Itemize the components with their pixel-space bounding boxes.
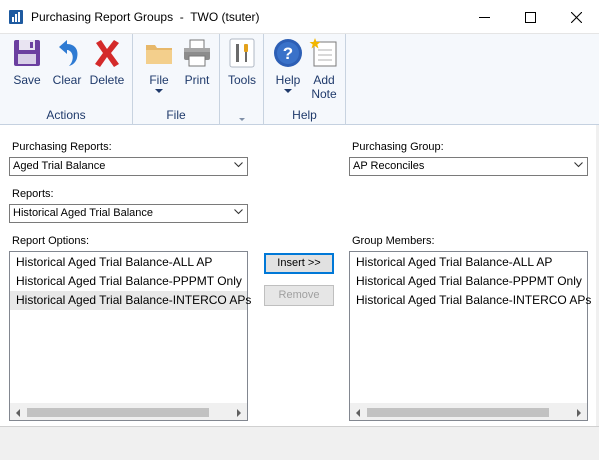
close-button[interactable] <box>553 0 599 34</box>
app-icon <box>9 10 23 24</box>
chevron-down-icon <box>234 162 243 168</box>
report-options-label: Report Options: <box>12 235 90 247</box>
purchasing-group-label: Purchasing Group: <box>352 141 444 153</box>
help-menu-button[interactable]: ? Help <box>268 37 308 105</box>
horizontal-scrollbar[interactable] <box>10 403 247 420</box>
chevron-down-icon <box>234 209 243 215</box>
remove-button-label: Remove <box>278 289 320 301</box>
ribbon-toolbar: Save Clear Delete Actions File Print Fil… <box>0 34 599 125</box>
group-members-label: Group Members: <box>352 235 435 247</box>
purchasing-group-value: AP Reconciles <box>353 160 425 172</box>
floppy-disk-icon <box>11 37 43 69</box>
tools-group: Tools <box>220 34 264 125</box>
scrollbar-thumb[interactable] <box>27 408 209 417</box>
status-bar <box>0 426 599 460</box>
clear-label: Clear <box>52 73 82 87</box>
list-item[interactable]: Historical Aged Trial Balance-PPPMT Only <box>10 272 247 291</box>
clear-button[interactable]: Clear <box>47 37 87 105</box>
save-label: Save <box>13 73 41 87</box>
window-title: Purchasing Report Groups - TWO (tsuter) <box>31 10 260 24</box>
remove-button[interactable]: Remove <box>264 285 334 306</box>
reports-dropdown[interactable]: Historical Aged Trial Balance <box>9 204 248 223</box>
help-group-label: Help <box>292 108 317 122</box>
print-label: Print <box>184 73 210 87</box>
purchasing-reports-dropdown[interactable]: Aged Trial Balance <box>9 157 248 176</box>
list-item[interactable]: Historical Aged Trial Balance-ALL AP <box>10 253 247 272</box>
tools-label: Tools <box>227 73 256 87</box>
file-group: File Print File <box>133 34 220 125</box>
purchasing-group-dropdown[interactable]: AP Reconciles <box>349 157 588 176</box>
file-label: File <box>149 73 169 87</box>
close-icon <box>570 11 582 23</box>
reports-value: Historical Aged Trial Balance <box>13 207 154 219</box>
tools-menu-button[interactable]: Tools <box>222 37 262 105</box>
printer-icon <box>181 37 213 69</box>
add-note-label-line2: Note <box>311 87 337 101</box>
insert-button-label: Insert >> <box>277 257 321 269</box>
save-button[interactable]: Save <box>7 37 47 105</box>
scroll-left-icon[interactable] <box>356 409 360 417</box>
chevron-down-icon <box>574 162 583 168</box>
chevron-down-icon <box>155 89 163 93</box>
reports-label: Reports: <box>12 188 54 200</box>
scroll-right-icon[interactable] <box>577 409 581 417</box>
horizontal-scrollbar[interactable] <box>350 403 587 420</box>
help-question-icon: ? <box>272 37 304 69</box>
folder-icon <box>143 37 175 69</box>
chevron-down-icon <box>284 89 292 93</box>
red-x-icon <box>91 37 123 69</box>
undo-arrow-icon <box>51 37 83 69</box>
list-item-selected[interactable]: Historical Aged Trial Balance-INTERCO AP… <box>10 291 251 310</box>
svg-text:?: ? <box>283 44 293 63</box>
add-note-button[interactable]: Add Note <box>304 37 344 105</box>
group-members-list[interactable]: Historical Aged Trial Balance-ALL AP His… <box>349 251 591 421</box>
purchasing-reports-value: Aged Trial Balance <box>13 160 106 172</box>
file-group-label: File <box>166 108 186 122</box>
actions-group: Save Clear Delete Actions <box>0 34 133 125</box>
form-body: Purchasing Reports: Aged Trial Balance P… <box>0 126 599 426</box>
scrollbar-thumb[interactable] <box>367 408 549 417</box>
tools-group-expand-icon[interactable] <box>238 118 245 121</box>
list-item[interactable]: Historical Aged Trial Balance-PPPMT Only <box>350 272 587 291</box>
minimize-icon <box>478 16 490 18</box>
list-item[interactable]: Historical Aged Trial Balance-INTERCO AP… <box>350 291 591 310</box>
help-label: Help <box>275 73 301 87</box>
sticky-note-icon <box>308 37 340 69</box>
delete-label: Delete <box>89 73 125 87</box>
scroll-right-icon[interactable] <box>237 409 241 417</box>
help-group: ? Help Add Note Help <box>264 34 346 125</box>
maximize-icon <box>524 11 536 23</box>
delete-button[interactable]: Delete <box>87 37 127 105</box>
scroll-left-icon[interactable] <box>16 409 20 417</box>
purchasing-reports-label: Purchasing Reports: <box>12 141 112 153</box>
minimize-button[interactable] <box>461 0 507 34</box>
report-options-list[interactable]: Historical Aged Trial Balance-ALL AP His… <box>9 251 251 421</box>
tools-icon <box>226 37 258 69</box>
insert-button[interactable]: Insert >> <box>264 253 334 274</box>
list-item[interactable]: Historical Aged Trial Balance-ALL AP <box>350 253 587 272</box>
print-button[interactable]: Print <box>177 37 217 105</box>
title-bar: Purchasing Report Groups - TWO (tsuter) <box>0 0 599 34</box>
add-note-label-line1: Add <box>313 73 335 87</box>
maximize-button[interactable] <box>507 0 553 34</box>
file-menu-button[interactable]: File <box>139 37 179 105</box>
actions-group-label: Actions <box>46 108 86 122</box>
